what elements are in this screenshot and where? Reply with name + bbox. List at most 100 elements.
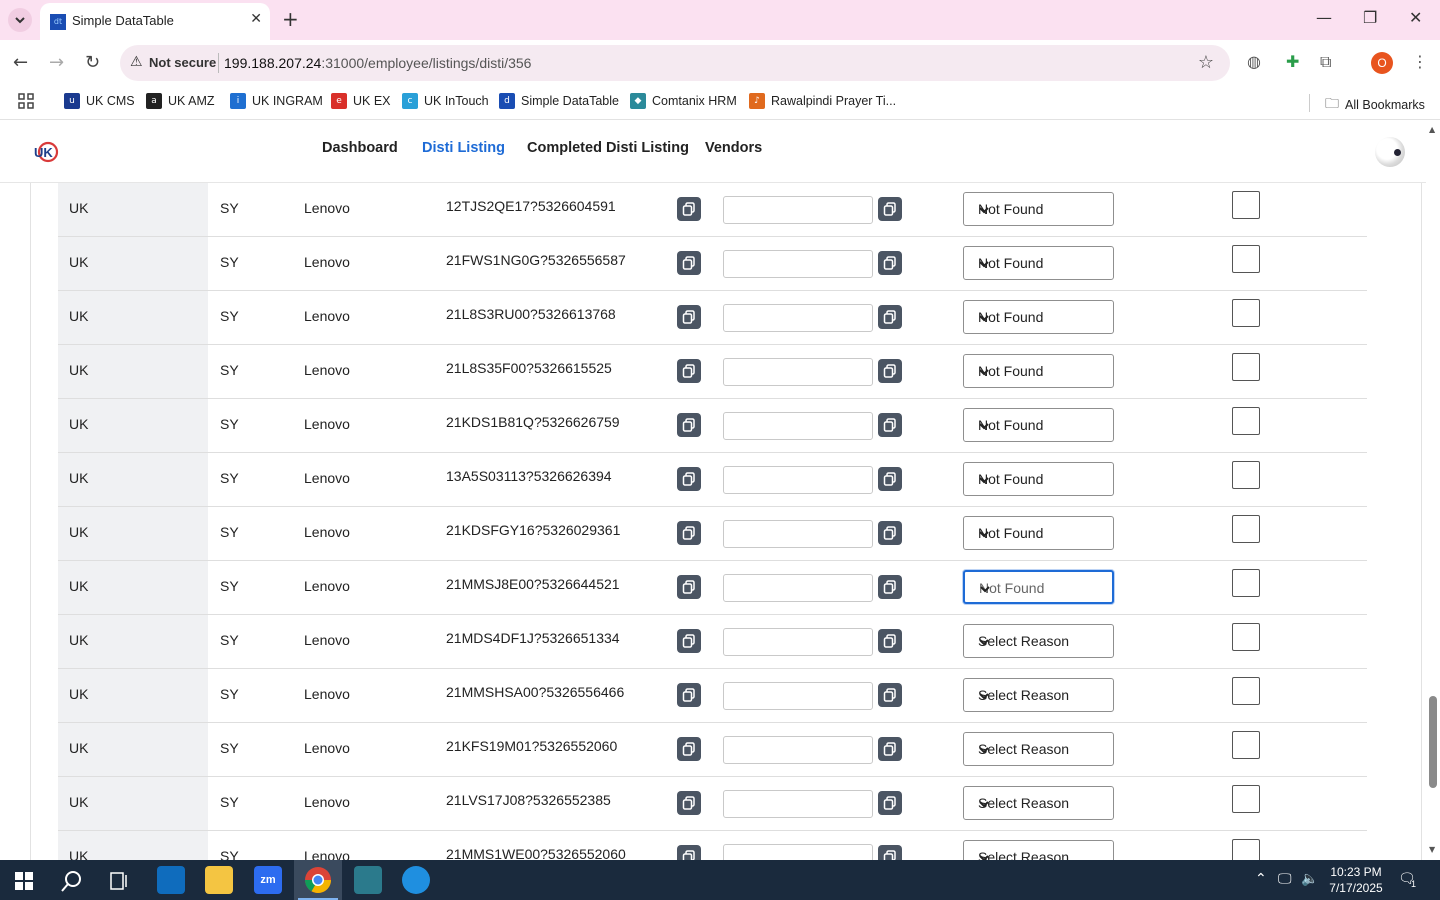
reload-icon[interactable]: ↻ (85, 52, 100, 73)
copy-input-button[interactable] (878, 521, 902, 545)
row-checkbox[interactable] (1232, 353, 1260, 381)
value-input[interactable] (723, 790, 873, 818)
page-scrollbar[interactable]: ▲ ▼ (1426, 121, 1440, 860)
copy-sku-button[interactable] (677, 683, 701, 707)
row-checkbox[interactable] (1232, 515, 1260, 543)
value-input[interactable] (723, 250, 873, 278)
scroll-up-icon[interactable]: ▲ (1429, 125, 1435, 134)
windows-start-icon[interactable] (15, 872, 33, 890)
reason-select[interactable]: Not Found (963, 246, 1114, 280)
row-checkbox[interactable] (1232, 731, 1260, 759)
row-checkbox[interactable] (1232, 785, 1260, 813)
nav-disti-listing[interactable]: Disti Listing (422, 140, 505, 156)
value-input[interactable] (723, 520, 873, 548)
reason-select[interactable]: Not Found (963, 408, 1114, 442)
reason-select[interactable]: Not Found (963, 462, 1114, 496)
bookmark-item[interactable]: ♪ Rawalpindi Prayer Ti... (749, 93, 896, 109)
copy-sku-button[interactable] (677, 251, 701, 275)
search-icon[interactable] (61, 870, 83, 892)
bookmark-item[interactable]: ◆ Comtanix HRM (630, 93, 737, 109)
copy-sku-button[interactable] (677, 467, 701, 491)
copy-sku-button[interactable] (677, 197, 701, 221)
scrollbar-thumb[interactable] (1429, 696, 1437, 788)
reason-select[interactable]: Not Found (963, 192, 1114, 226)
chrome-icon[interactable] (304, 866, 332, 894)
value-input[interactable] (723, 466, 873, 494)
copy-sku-button[interactable] (677, 305, 701, 329)
row-checkbox[interactable] (1232, 299, 1260, 327)
copy-input-button[interactable] (878, 737, 902, 761)
row-checkbox[interactable] (1232, 569, 1260, 597)
reason-select[interactable]: Select Reason (963, 786, 1114, 820)
reason-select[interactable]: Select Reason (963, 624, 1114, 658)
value-input[interactable] (723, 682, 873, 710)
bookmark-item[interactable]: e UK EX (331, 93, 391, 109)
copy-input-button[interactable] (878, 359, 902, 383)
reason-select[interactable]: Select Reason (963, 840, 1114, 860)
copy-input-button[interactable] (878, 305, 902, 329)
apps-grid-icon[interactable] (18, 93, 34, 109)
system-clock[interactable]: 10:23 PM 7/17/2025 (1328, 864, 1384, 896)
reason-select[interactable]: Not Found (963, 300, 1114, 334)
address-bar[interactable]: ⚠ Not secure 199.188.207.24:31000/employ… (120, 45, 1230, 81)
outlook-icon[interactable] (157, 866, 185, 894)
reason-select[interactable]: Select Reason (963, 678, 1114, 712)
nav-completed-disti-listing[interactable]: Completed Disti Listing (527, 140, 689, 156)
profile-avatar[interactable]: O (1371, 52, 1393, 74)
copy-input-button[interactable] (878, 197, 902, 221)
copy-input-button[interactable] (878, 251, 902, 275)
row-checkbox[interactable] (1232, 461, 1260, 489)
window-close-icon[interactable]: ✕ (1409, 8, 1422, 27)
row-checkbox[interactable] (1232, 407, 1260, 435)
nav-dashboard[interactable]: Dashboard (322, 140, 398, 156)
app-diamond-icon[interactable] (354, 866, 382, 894)
chevron-up-icon[interactable]: ⌃ (1255, 871, 1267, 887)
extension-plus-icon[interactable]: ✚ (1286, 52, 1299, 71)
bookmark-item[interactable]: c UK InTouch (402, 93, 489, 109)
uk-logo-icon[interactable]: UK (33, 139, 59, 165)
copy-input-button[interactable] (878, 683, 902, 707)
new-tab-button[interactable]: + (282, 7, 299, 31)
bookmark-item[interactable]: u UK CMS (64, 93, 135, 109)
bookmark-item[interactable]: d Simple DataTable (499, 93, 619, 109)
bookmark-star-icon[interactable]: ☆ (1198, 52, 1214, 73)
scroll-down-icon[interactable]: ▼ (1429, 845, 1435, 854)
forward-arrow-icon[interactable]: → (49, 52, 64, 73)
bookmark-item[interactable]: a UK AMZ (146, 93, 215, 109)
value-input[interactable] (723, 358, 873, 386)
copy-input-button[interactable] (878, 845, 902, 860)
row-checkbox[interactable] (1232, 191, 1260, 219)
value-input[interactable] (723, 304, 873, 332)
reason-select[interactable]: Not Found (963, 516, 1114, 550)
bookmark-item[interactable]: i UK INGRAM (230, 93, 323, 109)
copy-input-button[interactable] (878, 791, 902, 815)
user-avatar[interactable] (1375, 137, 1405, 167)
browser-tab[interactable]: dt Simple DataTable ✕ (40, 3, 270, 40)
copy-sku-button[interactable] (677, 791, 701, 815)
restore-icon[interactable]: ❐ (1363, 8, 1377, 27)
back-arrow-icon[interactable]: ← (13, 52, 28, 73)
volume-muted-icon[interactable]: 🔈 (1301, 871, 1318, 887)
task-view-icon[interactable] (110, 872, 130, 890)
edge-icon[interactable] (402, 866, 430, 894)
value-input[interactable] (723, 736, 873, 764)
file-explorer-icon[interactable] (205, 866, 233, 894)
row-checkbox[interactable] (1232, 839, 1260, 860)
value-input[interactable] (723, 628, 873, 656)
value-input[interactable] (723, 196, 873, 224)
copy-sku-button[interactable] (677, 413, 701, 437)
more-menu-icon[interactable]: ⋮ (1412, 52, 1428, 71)
copy-sku-button[interactable] (677, 521, 701, 545)
row-checkbox[interactable] (1232, 245, 1260, 273)
copy-sku-button[interactable] (677, 359, 701, 383)
reason-select[interactable]: Not Found (963, 354, 1114, 388)
close-icon[interactable]: ✕ (250, 11, 262, 27)
value-input[interactable] (723, 844, 873, 860)
puzzle-extensions-icon[interactable]: ⧉ (1320, 52, 1331, 72)
tab-search-button[interactable] (8, 8, 32, 32)
reason-select[interactable]: Not Found (963, 570, 1114, 604)
zoom-icon[interactable]: zm (254, 866, 282, 894)
row-checkbox[interactable] (1232, 677, 1260, 705)
minimize-icon[interactable]: — (1316, 8, 1332, 27)
copy-sku-button[interactable] (677, 737, 701, 761)
